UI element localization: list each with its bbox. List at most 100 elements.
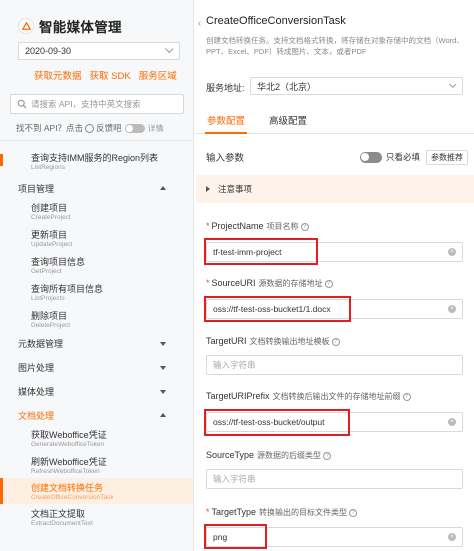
chevron-down-icon xyxy=(165,44,174,54)
nav-item-list-projects[interactable]: 查询所有项目信息 ListProjects xyxy=(0,275,193,302)
nav-item-refresh-weboffice-token[interactable]: 刷新Weboffice凭证 RefreshWebofficeToken xyxy=(0,448,193,475)
feedback-row: 找不到 API？点击 反馈吧 详情 xyxy=(16,122,164,134)
target-uri-input[interactable] xyxy=(213,360,441,370)
feedback-link[interactable]: 反馈吧 xyxy=(96,122,122,134)
clear-icon[interactable]: × xyxy=(448,248,456,256)
caret-down-icon xyxy=(160,342,166,346)
help-icon[interactable]: ? xyxy=(331,338,340,346)
help-icon[interactable]: ? xyxy=(300,223,309,231)
source-type-field[interactable] xyxy=(206,469,463,489)
nav-group-document[interactable]: 文档处理 xyxy=(0,409,193,423)
search-icon xyxy=(17,99,27,109)
nav-item-label: 文档正文提取 xyxy=(31,509,86,519)
source-uri-input[interactable] xyxy=(213,304,441,314)
field-name: TargetType xyxy=(211,507,257,517)
nav-group-label: 文档处理 xyxy=(18,411,55,421)
target-type-input[interactable] xyxy=(213,532,441,542)
notice-collapse[interactable]: 注意事项 xyxy=(196,175,474,203)
field-label-target-uri-prefix: TargetURIPrefix 文档转换后输出文件的存储地址前缀? xyxy=(206,391,411,402)
project-name-input[interactable] xyxy=(213,247,441,257)
region-label: 服务地址: xyxy=(206,83,245,93)
nav-item-label: 刷新Weboffice凭证 xyxy=(31,457,107,467)
source-type-input[interactable] xyxy=(213,474,441,484)
detail-toggle-label: 详情 xyxy=(147,123,164,133)
get-sdk-link[interactable]: 获取 SDK xyxy=(90,68,131,82)
required-mark: * xyxy=(206,507,210,517)
nav-item-label: 创建文档转换任务 xyxy=(31,483,104,493)
api-search-input[interactable] xyxy=(31,99,171,109)
help-icon[interactable]: ? xyxy=(402,393,411,401)
target-uri-prefix-input[interactable] xyxy=(213,417,441,427)
nav-item-sublabel: ExtractDocumentText xyxy=(31,520,93,527)
field-name: SourceURI xyxy=(211,278,256,288)
nav-item-create-office-conversion-task[interactable]: 创建文档转换任务 CreateOfficeConversionTask xyxy=(0,478,193,504)
feedback-icon[interactable] xyxy=(85,123,95,133)
required-mark: * xyxy=(206,221,210,231)
active-indicator xyxy=(0,478,3,504)
nav-item-extract-document-text[interactable]: 文档正文提取 ExtractDocumentText xyxy=(0,504,193,530)
version-select[interactable]: 2020-09-30 xyxy=(18,42,180,60)
caret-down-icon xyxy=(160,390,166,394)
clear-icon[interactable]: × xyxy=(448,418,456,426)
detail-toggle[interactable] xyxy=(124,123,145,133)
nav-item-label: 更新项目 xyxy=(31,230,68,240)
api-description: 创建文档转换任务。支持文档格式转换，将存储在对象存储中的文档（Word、PPT、… xyxy=(206,36,464,56)
clear-icon[interactable]: × xyxy=(448,533,456,541)
nav-group-image[interactable]: 图片处理 xyxy=(0,361,193,375)
nav-group-metadata[interactable]: 元数据管理 xyxy=(0,337,193,351)
target-type-field[interactable]: × xyxy=(206,527,463,547)
nav-item-update-project[interactable]: 更新项目 UpdateProject xyxy=(0,221,193,248)
field-name: TargetURIPrefix xyxy=(206,391,270,401)
nav-item-sublabel: CreateOfficeConversionTask xyxy=(31,494,114,501)
nav-group-label: 媒体处理 xyxy=(18,387,55,397)
help-icon[interactable]: ? xyxy=(349,509,358,517)
param-recommend-button[interactable]: 参数推荐 xyxy=(426,149,468,165)
nav-item-get-project[interactable]: 查询项目信息 GetProject xyxy=(0,248,193,275)
caret-right-icon xyxy=(206,186,210,192)
field-desc: 源数据的存储地址 xyxy=(258,279,323,288)
params-title: 输入参数 xyxy=(206,153,245,164)
field-name: TargetURI xyxy=(206,336,247,346)
collapse-sidebar-icon[interactable]: ‹ xyxy=(195,15,204,31)
caret-down-icon xyxy=(160,366,166,370)
chevron-down-icon xyxy=(449,80,457,88)
help-icon[interactable]: ? xyxy=(323,452,332,460)
required-only-toggle[interactable] xyxy=(359,151,382,163)
nav-item-sublabel: ListRegions xyxy=(31,164,65,171)
field-name: ProjectName xyxy=(211,221,264,231)
target-uri-field[interactable] xyxy=(206,355,463,375)
api-nav: 查询支持IMM服务的Region列表 ListRegions 项目管理 创建项目… xyxy=(0,150,193,530)
tab-params-config[interactable]: 参数配置 xyxy=(195,108,257,134)
feedback-prefix: 找不到 API？点击 xyxy=(16,123,84,133)
brand: 智能媒体管理 xyxy=(18,16,122,36)
region-select[interactable]: 华北2（北京） xyxy=(250,77,463,95)
clear-icon[interactable]: × xyxy=(448,305,456,313)
nav-item-sublabel: DeleteProject xyxy=(31,322,71,329)
get-metadata-link[interactable]: 获取元数据 xyxy=(34,68,82,82)
help-icon[interactable]: ? xyxy=(324,280,333,288)
service-region-link[interactable]: 服务区域 xyxy=(139,68,177,82)
nav-item-label: 查询项目信息 xyxy=(31,257,86,267)
product-logo-icon xyxy=(18,18,34,34)
nav-item-sublabel: RefreshWebofficeToken xyxy=(31,468,100,475)
field-desc: 项目名称 xyxy=(266,222,299,231)
api-title: CreateOfficeConversionTask xyxy=(206,15,346,27)
nav-item-generate-weboffice-token[interactable]: 获取Weboffice凭证 GenerateWebofficeToken xyxy=(0,423,193,448)
api-search-box[interactable] xyxy=(10,94,184,114)
nav-item-label: 查询所有项目信息 xyxy=(31,284,104,294)
source-uri-field[interactable]: × xyxy=(206,299,463,319)
required-only-label: 只看必填 xyxy=(385,152,420,162)
nav-group-media[interactable]: 媒体处理 xyxy=(0,385,193,399)
nav-group-label: 图片处理 xyxy=(18,363,55,373)
nav-item-delete-project[interactable]: 删除项目 DeleteProject xyxy=(0,302,193,329)
nav-item-create-project[interactable]: 创建项目 CreateProject xyxy=(0,196,193,221)
nav-group-project[interactable]: 项目管理 xyxy=(0,182,193,196)
nav-group-label: 元数据管理 xyxy=(18,339,64,349)
project-name-field[interactable]: × xyxy=(206,242,463,262)
target-uri-prefix-field[interactable]: × xyxy=(206,412,463,432)
field-desc: 文档转换输出地址模板 xyxy=(249,337,330,346)
nav-item-list-regions[interactable]: 查询支持IMM服务的Region列表 ListRegions xyxy=(0,150,193,174)
region-value: 华北2（北京） xyxy=(257,81,317,92)
field-label-target-type: * TargetType 转换输出的目标文件类型? xyxy=(206,507,358,518)
tab-advanced-config[interactable]: 高级配置 xyxy=(257,108,319,133)
